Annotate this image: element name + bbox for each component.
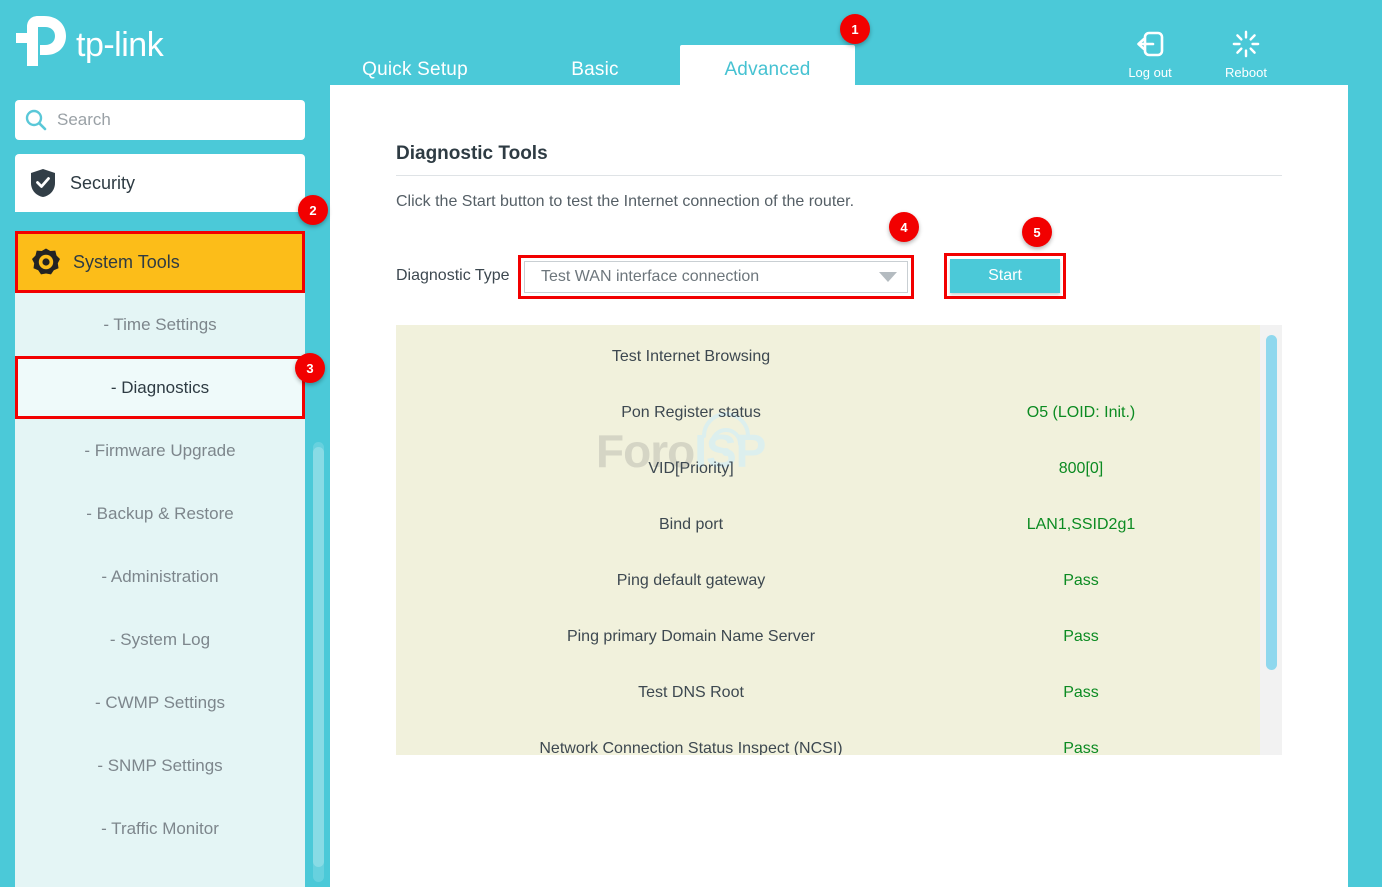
annotation-badge-2: 2 (298, 195, 328, 225)
diagnostic-results-panel: ForoISP Test Internet Browsing Pon Regis… (396, 325, 1282, 755)
sidebar-item-label: System Tools (73, 251, 180, 272)
logout-button[interactable]: Log out (1102, 28, 1198, 80)
sidebar-item-traffic-monitor[interactable]: - Traffic Monitor (15, 797, 305, 860)
chevron-down-icon (879, 272, 897, 282)
result-row: Test DNS Root Pass (396, 665, 1241, 721)
result-row: Test Internet Browsing (396, 329, 1241, 385)
result-value: LAN1,SSID2g1 (1026, 516, 1136, 533)
sidebar: Security System Tools - Time Settings - … (0, 97, 330, 887)
sidebar-item-backup-restore[interactable]: - Backup & Restore (15, 482, 305, 545)
gear-icon (18, 247, 73, 277)
svg-text:tp-link: tp-link (76, 26, 165, 64)
header-actions: Log out Reboot (1102, 28, 1312, 90)
sidebar-item-label: Security (70, 172, 136, 193)
result-name: VID[Priority] (648, 460, 734, 477)
result-name: Network Connection Status Inspect (NCSI) (539, 740, 843, 755)
reboot-button[interactable]: Reboot (1198, 28, 1294, 80)
result-row: Bind port LAN1,SSID2g1 (396, 497, 1241, 553)
result-name: Ping primary Domain Name Server (566, 628, 816, 645)
page-description: Click the Start button to test the Inter… (396, 193, 855, 210)
start-button[interactable]: Start (950, 259, 1060, 293)
sidebar-item-cwmp-settings[interactable]: - CWMP Settings (15, 671, 305, 734)
reboot-icon (1198, 28, 1294, 60)
logout-icon (1102, 28, 1198, 60)
annotation-badge-3: 3 (295, 353, 325, 383)
sidebar-item-time-settings[interactable]: - Time Settings (15, 293, 305, 356)
search-box[interactable] (15, 100, 305, 140)
title-divider (396, 175, 1282, 176)
sidebar-item-security[interactable]: Security (15, 154, 305, 212)
result-name: Bind port (658, 516, 724, 533)
page-title: Diagnostic Tools (396, 143, 548, 164)
annotation-badge-1: 1 (840, 14, 870, 44)
sidebar-item-diagnostics[interactable]: - Diagnostics (15, 356, 305, 419)
router-admin-page: tp-link Quick Setup Basic Advanced Log o… (0, 0, 1382, 887)
sidebar-item-firmware-upgrade[interactable]: - Firmware Upgrade (15, 419, 305, 482)
sidebar-scrollbar-thumb[interactable] (313, 447, 324, 867)
result-value: O5 (LOID: Init.) (1026, 404, 1136, 421)
shield-check-icon (15, 168, 70, 198)
result-row: Ping primary Domain Name Server Pass (396, 609, 1241, 665)
tp-link-logo: tp-link (14, 12, 204, 68)
result-name: Pon Register status (621, 404, 761, 421)
result-value: Pass (1063, 572, 1099, 589)
sidebar-item-system-tools[interactable]: System Tools (15, 231, 305, 293)
search-input[interactable] (57, 110, 287, 130)
result-value: Pass (1063, 740, 1099, 755)
result-name: Ping default gateway (616, 572, 766, 589)
diagnostic-type-value: Test WAN interface connection (541, 268, 760, 285)
result-row: VID[Priority] 800[0] (396, 441, 1241, 497)
result-row: Ping default gateway Pass (396, 553, 1241, 609)
diagnostic-type-select-inner[interactable]: Test WAN interface connection (524, 261, 908, 293)
result-value: 800[0] (1058, 460, 1104, 477)
page-header: tp-link Quick Setup Basic Advanced Log o… (0, 0, 1382, 97)
search-icon (15, 108, 57, 132)
annotation-badge-4: 4 (889, 212, 919, 242)
logout-label: Log out (1128, 65, 1172, 80)
result-name: Test DNS Root (638, 684, 744, 701)
diagnostic-form-row: Diagnostic Type Test WAN interface conne… (396, 253, 1286, 301)
diagnostic-type-label: Diagnostic Type (396, 267, 510, 284)
result-value: Pass (1063, 628, 1099, 645)
diagnostic-type-select[interactable]: Test WAN interface connection (518, 255, 914, 299)
sidebar-submenu: - Time Settings - Diagnostics - Firmware… (15, 293, 305, 887)
results-scrollbar-thumb[interactable] (1266, 335, 1277, 670)
start-button-highlight: Start (944, 253, 1066, 299)
result-row: Network Connection Status Inspect (NCSI)… (396, 721, 1241, 755)
main-content: Diagnostic Tools Click the Start button … (330, 85, 1348, 887)
sidebar-item-administration[interactable]: - Administration (15, 545, 305, 608)
result-value: Pass (1063, 684, 1099, 701)
sidebar-item-snmp-settings[interactable]: - SNMP Settings (15, 734, 305, 797)
annotation-badge-5: 5 (1022, 217, 1052, 247)
sidebar-item-system-log[interactable]: - System Log (15, 608, 305, 671)
result-row: Pon Register status O5 (LOID: Init.) (396, 385, 1241, 441)
reboot-label: Reboot (1225, 65, 1267, 80)
result-name: Test Internet Browsing (611, 348, 771, 365)
